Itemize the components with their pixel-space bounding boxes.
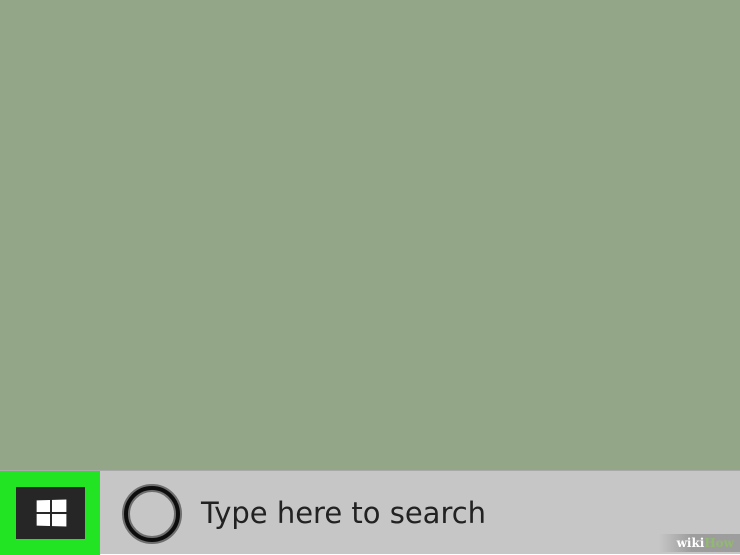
watermark-wiki: wiki bbox=[676, 536, 705, 550]
search-placeholder-text: Type here to search bbox=[201, 496, 487, 530]
start-button[interactable] bbox=[16, 487, 85, 539]
wikihow-watermark: wikiHow bbox=[658, 534, 740, 552]
cortana-circle-icon bbox=[122, 484, 182, 544]
start-button-highlight bbox=[0, 471, 100, 555]
taskbar: Type here to search bbox=[0, 470, 740, 555]
search-box[interactable]: Type here to search bbox=[100, 471, 740, 555]
windows-logo-icon bbox=[36, 499, 66, 527]
watermark-how: How bbox=[704, 536, 734, 550]
desktop-background bbox=[0, 0, 740, 470]
